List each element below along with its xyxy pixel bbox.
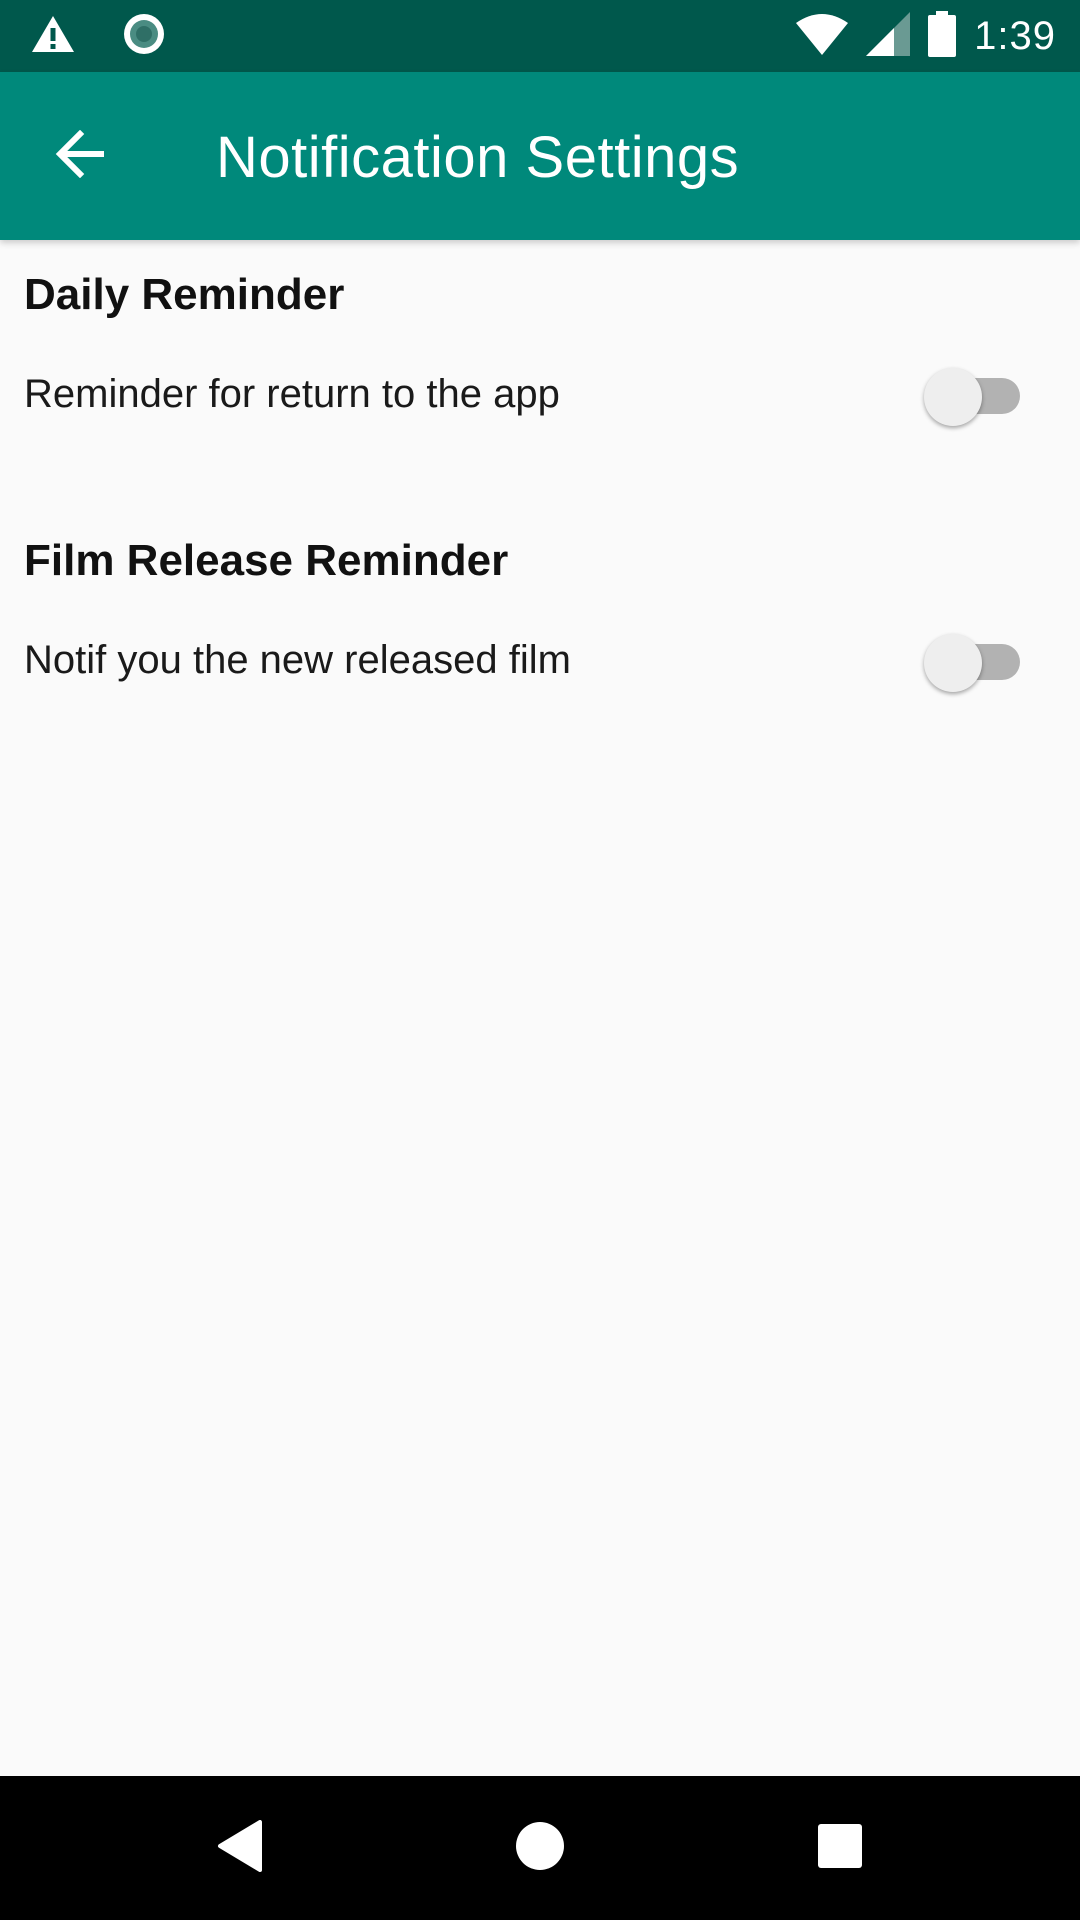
recents-square-icon — [817, 1823, 863, 1874]
home-circle-icon — [515, 1821, 565, 1876]
status-time: 1:39 — [974, 13, 1056, 58]
wifi-icon — [796, 13, 849, 60]
film-release-reminder-switch[interactable] — [924, 624, 1024, 694]
section-title-film-release-reminder: Film Release Reminder — [24, 536, 509, 585]
record-icon — [122, 12, 166, 61]
switch-thumb — [924, 368, 982, 426]
daily-reminder-switch[interactable] — [924, 358, 1024, 428]
app-bar: Notification Settings — [0, 72, 1080, 240]
screen: 1:39 Notification Settings Daily Reminde… — [0, 0, 1080, 1920]
daily-reminder-label: Reminder for return to the app — [24, 372, 560, 416]
page-title: Notification Settings — [216, 125, 740, 190]
arrow-back-icon — [54, 129, 106, 183]
signal-icon — [866, 11, 911, 61]
battery-icon — [928, 10, 957, 62]
nav-home-button[interactable] — [500, 1808, 580, 1888]
warning-icon — [30, 14, 76, 59]
section-title-daily-reminder: Daily Reminder — [24, 270, 345, 319]
film-release-reminder-label: Notif you the new released film — [24, 638, 571, 682]
back-triangle-icon — [216, 1819, 264, 1877]
navigation-bar — [0, 1776, 1080, 1920]
back-button[interactable] — [40, 116, 120, 196]
nav-recents-button[interactable] — [800, 1808, 880, 1888]
nav-back-button[interactable] — [200, 1808, 280, 1888]
switch-thumb — [924, 634, 982, 692]
status-bar: 1:39 — [0, 0, 1080, 72]
